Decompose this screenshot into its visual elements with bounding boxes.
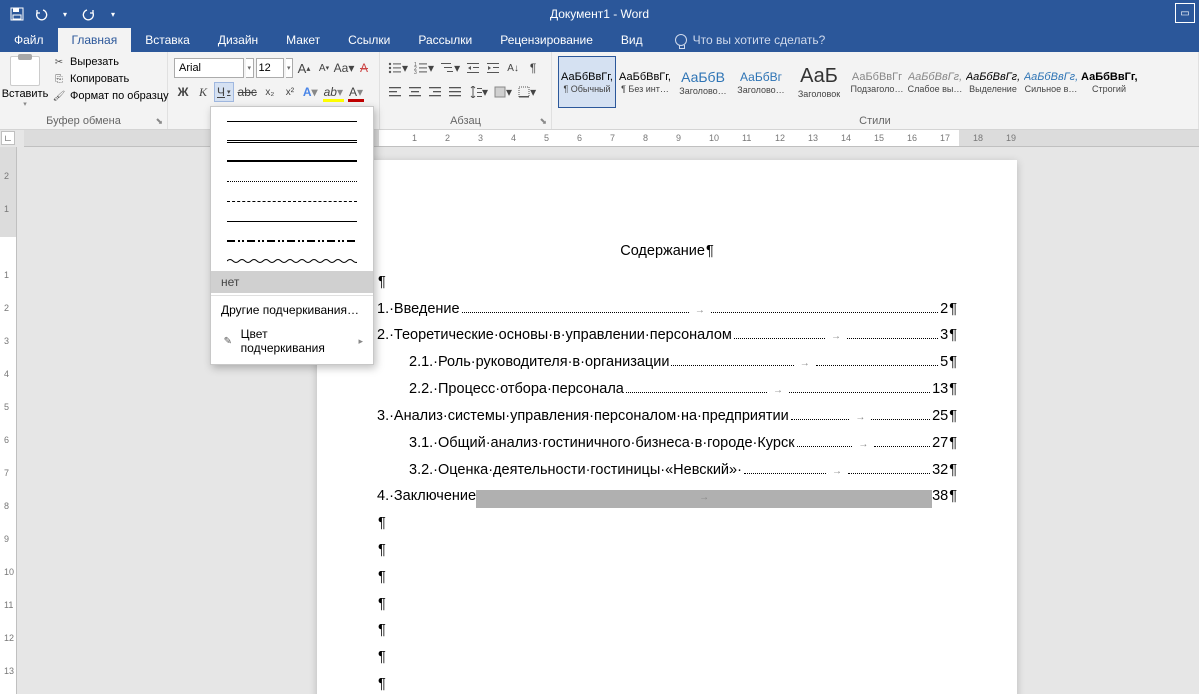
- tab-insert[interactable]: Вставка: [131, 28, 204, 52]
- ribbon: Вставить ▾ ✂Вырезать ⎘Копировать 🖌Формат…: [0, 52, 1199, 130]
- style-item-4[interactable]: АаБЗаголовок: [790, 56, 848, 108]
- line-spacing-button[interactable]: ▾: [466, 82, 490, 102]
- font-size-dropdown[interactable]: ▾: [286, 58, 294, 78]
- tab-layout[interactable]: Макет: [272, 28, 334, 52]
- underline-style-wave[interactable]: [211, 251, 373, 271]
- redo-button[interactable]: [78, 3, 100, 25]
- clipboard-icon: [10, 56, 40, 86]
- clear-formatting-button[interactable]: A: [355, 58, 373, 78]
- document-area: ∟ 2112345678910111213141516171819 211234…: [0, 130, 1199, 694]
- style-item-9[interactable]: АаБбВвГг,Строгий: [1080, 56, 1138, 108]
- clipboard-launcher[interactable]: ⬊: [155, 116, 163, 127]
- style-item-6[interactable]: АаБбВвГг,Слабое вы…: [906, 56, 964, 108]
- text-effects-button[interactable]: A▾: [301, 82, 320, 102]
- font-name-input[interactable]: [174, 58, 244, 78]
- tell-me-search[interactable]: Что вы хотите сделать?: [657, 28, 826, 52]
- bold-button[interactable]: Ж: [174, 82, 192, 102]
- sort-button[interactable]: A↓: [504, 58, 522, 78]
- undo-dropdown[interactable]: ▾: [54, 4, 76, 24]
- copy-icon: ⎘: [52, 72, 66, 86]
- highlight-button[interactable]: ab▾: [322, 82, 345, 102]
- tab-selector[interactable]: ∟: [1, 131, 15, 145]
- align-right-button[interactable]: [426, 82, 444, 102]
- strikethrough-button[interactable]: abc: [236, 82, 259, 102]
- style-item-0[interactable]: АаБбВвГг,¶ Обычный: [558, 56, 616, 108]
- bullets-button[interactable]: ▾: [386, 58, 410, 78]
- underline-color[interactable]: ✎Цвет подчеркивания▸: [211, 322, 373, 360]
- underline-style-dashed[interactable]: [211, 191, 373, 211]
- styles-gallery[interactable]: АаБбВвГг,¶ ОбычныйАаБбВвГг,¶ Без инт…АаБ…: [556, 54, 1194, 110]
- clipboard-group: Вставить ▾ ✂Вырезать ⎘Копировать 🖌Формат…: [0, 52, 168, 129]
- save-button[interactable]: [6, 3, 28, 25]
- multilevel-list-button[interactable]: ▾: [438, 58, 462, 78]
- undo-button[interactable]: [30, 3, 52, 25]
- tab-home[interactable]: Главная: [58, 28, 132, 52]
- borders-button[interactable]: ▾: [516, 82, 538, 102]
- show-marks-button[interactable]: ¶: [524, 58, 542, 78]
- style-item-5[interactable]: АаБбВвГгПодзаголо…: [848, 56, 906, 108]
- underline-none[interactable]: нет: [211, 271, 373, 293]
- shading-button[interactable]: ▾: [492, 82, 514, 102]
- format-painter-button[interactable]: 🖌Формат по образцу: [48, 88, 173, 104]
- underline-button[interactable]: Ч ▾: [214, 82, 234, 102]
- numbering-button[interactable]: 123▾: [412, 58, 436, 78]
- underline-style-dotdotdash[interactable]: [211, 231, 373, 251]
- style-item-7[interactable]: АаБбВвГг,Выделение: [964, 56, 1022, 108]
- underline-dropdown: нет Другие подчеркивания… ✎Цвет подчерки…: [210, 106, 374, 365]
- style-item-3[interactable]: АаБбВгЗаголово…: [732, 56, 790, 108]
- underline-style-dotdash[interactable]: [211, 211, 373, 231]
- paintbrush-icon: 🖌: [52, 89, 66, 103]
- tab-mailings[interactable]: Рассылки: [404, 28, 486, 52]
- qat-customize[interactable]: ▾: [102, 4, 124, 24]
- tab-file[interactable]: Файл: [0, 28, 58, 52]
- scissors-icon: ✂: [52, 55, 66, 69]
- subscript-button[interactable]: x₂: [261, 82, 279, 102]
- underline-style-single[interactable]: [211, 111, 373, 131]
- tab-review[interactable]: Рецензирование: [486, 28, 607, 52]
- paragraph-launcher[interactable]: ⬊: [539, 116, 547, 127]
- decrease-indent-button[interactable]: [464, 58, 482, 78]
- cut-button[interactable]: ✂Вырезать: [48, 54, 173, 70]
- paste-button[interactable]: Вставить ▾: [4, 54, 46, 115]
- change-case-button[interactable]: Aa▾: [335, 58, 353, 78]
- vertical-ruler[interactable]: 2112345678910111213141516: [0, 147, 17, 694]
- horizontal-ruler[interactable]: 2112345678910111213141516171819: [24, 130, 1199, 147]
- style-item-2[interactable]: АаБбВЗаголово…: [674, 56, 732, 108]
- copy-button[interactable]: ⎘Копировать: [48, 71, 173, 87]
- ribbon-tabs: Файл Главная Вставка Дизайн Макет Ссылки…: [0, 28, 1199, 52]
- style-item-1[interactable]: АаБбВвГг,¶ Без инт…: [616, 56, 674, 108]
- window-title: Документ1 - Word: [0, 7, 1199, 21]
- pen-icon: ✎: [221, 334, 235, 348]
- more-underlines[interactable]: Другие подчеркивания…: [211, 298, 373, 322]
- underline-style-thick[interactable]: [211, 151, 373, 171]
- svg-text:3: 3: [414, 70, 417, 74]
- style-item-8[interactable]: АаБбВвГг,Сильное в…: [1022, 56, 1080, 108]
- styles-group: АаБбВвГг,¶ ОбычныйАаБбВвГг,¶ Без инт…АаБ…: [552, 52, 1199, 129]
- document-page[interactable]: Содержание¶¶1.·Введение→2¶2.·Теоретическ…: [317, 160, 1017, 694]
- shrink-font-button[interactable]: A▾: [315, 58, 333, 78]
- align-center-button[interactable]: [406, 82, 424, 102]
- grow-font-button[interactable]: A▴: [295, 58, 313, 78]
- tab-references[interactable]: Ссылки: [334, 28, 404, 52]
- paragraph-group: ▾ 123▾ ▾ A↓ ¶ ▾ ▾ ▾ Абзац ⬊: [380, 52, 552, 129]
- lightbulb-icon: [675, 34, 687, 46]
- increase-indent-button[interactable]: [484, 58, 502, 78]
- justify-button[interactable]: [446, 82, 464, 102]
- font-size-input[interactable]: [256, 58, 284, 78]
- font-color-button[interactable]: A▾: [347, 82, 365, 102]
- italic-button[interactable]: К: [194, 82, 212, 102]
- tab-view[interactable]: Вид: [607, 28, 657, 52]
- underline-style-dotted[interactable]: [211, 171, 373, 191]
- align-left-button[interactable]: [386, 82, 404, 102]
- title-bar: ▾ ▾ Документ1 - Word ▭: [0, 0, 1199, 28]
- superscript-button[interactable]: x²: [281, 82, 299, 102]
- tab-design[interactable]: Дизайн: [204, 28, 272, 52]
- ribbon-display-options[interactable]: ▭: [1175, 3, 1195, 23]
- font-name-dropdown[interactable]: ▾: [246, 58, 254, 78]
- underline-style-double[interactable]: [211, 131, 373, 151]
- quick-access-toolbar: ▾ ▾: [0, 0, 130, 28]
